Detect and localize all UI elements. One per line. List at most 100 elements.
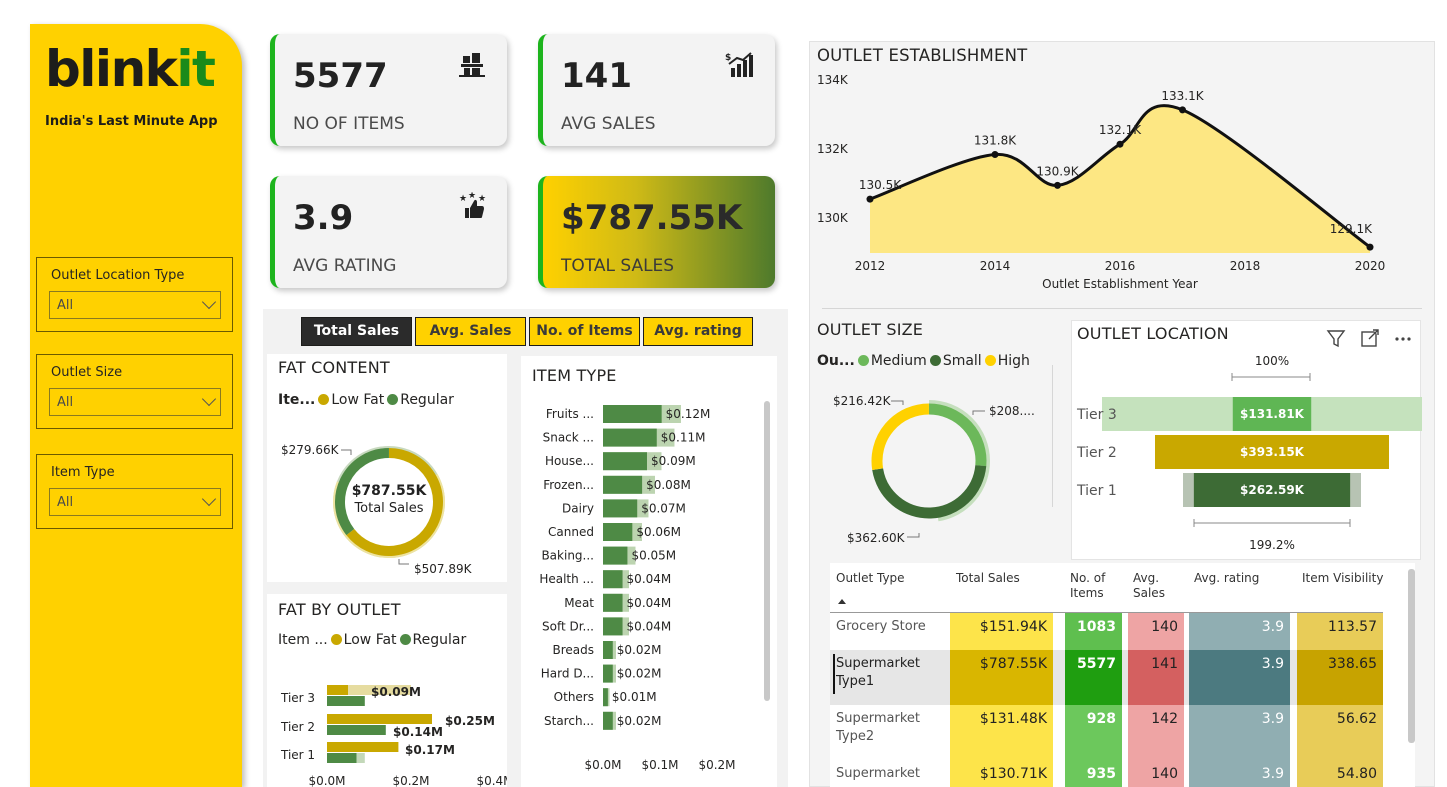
fat-content-title: FAT CONTENT — [278, 358, 390, 377]
outlet-size-donut-chart: $216.42K $208.... $362.60K — [833, 394, 1035, 545]
tab-avg-sales[interactable]: Avg. Sales — [415, 317, 526, 346]
bar — [603, 452, 647, 471]
chevron-down-icon — [201, 491, 217, 507]
tick-tier-1: Tier 1 — [280, 748, 315, 762]
chevron-down-icon — [201, 294, 217, 310]
outlet-location-funnel-chart: $131.81K Tier 3 $393.15K Tier 2 $262.59K Tier… — [1076, 354, 1422, 552]
fat-content-donut-chart: $787.55K Total Sales $279.66K $507.89K — [281, 443, 473, 576]
data-label: $0.11M — [661, 431, 706, 445]
col-header-item-visibility[interactable]: Item Visibility — [1302, 571, 1383, 586]
cell-avg-sales: 142 — [1128, 705, 1184, 760]
table-row[interactable]: Supermarket Type1 $787.55K 5577 141 3.9 338.6… — [830, 650, 1383, 705]
tab-no-of-items[interactable]: No. of Items — [529, 317, 640, 346]
bar — [603, 523, 633, 541]
tab-avg-rating[interactable]: Avg. rating — [643, 317, 753, 346]
focus-mode-icon[interactable] — [1361, 329, 1379, 347]
bar — [603, 428, 657, 447]
x-tick: $0.0M — [308, 774, 345, 787]
bar-low-fat — [327, 742, 399, 752]
bar — [603, 711, 613, 730]
cell-visibility: 113.57 — [1297, 613, 1383, 650]
item-type-title: ITEM TYPE — [532, 366, 617, 385]
col-header-total-sales[interactable]: Total Sales — [956, 571, 1020, 586]
table-row[interactable]: Supermarket Type2 $131.48K 928 142 3.9 56.62 — [830, 705, 1383, 760]
outlet-location-card: OUTLET LOCATION $131.81K Tier 3 $393.15K Ti… — [1071, 320, 1422, 560]
kpi-card-avg-sales: 141 AVG SALES $ — [538, 34, 775, 146]
y-tick: Frozen... — [543, 478, 594, 492]
sort-ascending-icon[interactable] — [838, 599, 846, 604]
data-label-high: $216.42K — [833, 394, 892, 408]
data-point — [866, 195, 874, 203]
chevron-down-icon — [201, 391, 217, 407]
scrollbar[interactable] — [1408, 569, 1415, 743]
outlet-size-legend: Ou... Medium Small High — [817, 353, 1030, 369]
table-row[interactable]: Grocery Store $151.94K 1083 140 3.9 113.57 — [830, 613, 1383, 650]
more-options-icon[interactable] — [1395, 337, 1411, 341]
filter-label: Item Type — [51, 465, 115, 480]
x-tick: 2014 — [980, 259, 1011, 273]
col-header-outlet-type[interactable]: Outlet Type — [836, 571, 905, 586]
kpi-caption: AVG RATING — [293, 256, 397, 276]
kpi-caption: TOTAL SALES — [561, 256, 675, 276]
bar — [603, 664, 613, 683]
bar — [603, 475, 643, 494]
x-tick: $0.4M — [476, 774, 507, 787]
x-tick: 2018 — [1230, 259, 1261, 273]
bar-low-fat — [327, 714, 432, 724]
boxes-icon — [459, 53, 485, 77]
bar-regular — [327, 696, 365, 706]
cell-outlet-type: Grocery Store — [836, 619, 926, 634]
col-header-avg-sales[interactable]: Avg. Sales — [1133, 571, 1173, 601]
filter-dropdown[interactable]: All — [49, 291, 221, 319]
y-tick: 130K — [817, 211, 849, 225]
table-row[interactable]: Supermarket $130.71K 935 140 3.9 54.80 — [830, 760, 1383, 787]
col-header-avg-rating[interactable]: Avg. rating — [1194, 571, 1259, 586]
cell-rating: 3.9 — [1189, 650, 1290, 705]
col-header-no-of-items[interactable]: No. of Items — [1070, 571, 1120, 601]
data-label: $262.59K — [1240, 483, 1305, 497]
svg-text:★: ★ — [459, 194, 467, 204]
cell-items: 928 — [1065, 705, 1122, 760]
y-tick: 132K — [817, 142, 849, 156]
scrollbar[interactable] — [764, 401, 770, 701]
outlet-size-title: OUTLET SIZE — [817, 320, 924, 339]
bar — [603, 570, 623, 589]
x-tick: $0.2M — [392, 774, 429, 787]
data-label: $0.02M — [617, 643, 662, 657]
sidebar: blinkit India's Last Minute App Outlet L… — [30, 24, 242, 787]
kpi-caption: AVG SALES — [561, 114, 656, 134]
tab-total-sales[interactable]: Total Sales — [301, 317, 412, 346]
data-label: $0.01M — [612, 690, 657, 704]
data-label: $0.04M — [627, 596, 672, 610]
data-label-low-fat: $507.89K — [414, 562, 473, 576]
bar-regular — [327, 725, 386, 735]
item-type-card: ITEM TYPE Fruits ... $0.12M Snack ... $0.11… — [521, 356, 777, 787]
fat-by-outlet-title: FAT BY OUTLET — [278, 600, 401, 619]
sales-chart-icon: $ — [725, 52, 753, 77]
filter-dropdown[interactable]: All — [49, 488, 221, 516]
fat-by-outlet-bar-chart: Tier 3 Tier 2 Tier 1 $0.09M $0.25M $0.14… — [280, 685, 507, 787]
data-label: $0.17M — [405, 743, 455, 757]
divider — [822, 308, 1422, 309]
cell-total-sales: $131.48K — [950, 705, 1053, 760]
kpi-card-avg-rating: 3.9 AVG RATING ★ ★ ★ — [270, 176, 507, 288]
data-label: $0.02M — [617, 667, 662, 681]
data-point — [1366, 243, 1374, 251]
donut-slice-high — [871, 403, 930, 470]
filter-icon[interactable] — [1326, 330, 1346, 348]
data-label-medium: $208.... — [989, 404, 1035, 418]
funnel-bottom-pct: 199.2% — [1249, 538, 1295, 552]
data-label: $131.81K — [1240, 407, 1305, 421]
data-label: $0.07M — [641, 501, 686, 515]
cell-visibility: 56.62 — [1297, 705, 1383, 760]
outlet-establishment-title: OUTLET ESTABLISHMENT — [817, 46, 1028, 65]
cell-rating: 3.9 — [1189, 760, 1290, 787]
y-tick: Canned — [548, 525, 594, 539]
y-tick: House... — [545, 454, 594, 468]
divider — [1052, 365, 1053, 507]
filter-dropdown[interactable]: All — [49, 388, 221, 416]
data-point — [1116, 140, 1124, 148]
filter-outlet-location-type: Outlet Location Type All — [36, 257, 233, 332]
cell-total-sales: $130.71K — [950, 760, 1053, 787]
cell-outlet-type: Supermarket Type2 — [836, 711, 920, 744]
